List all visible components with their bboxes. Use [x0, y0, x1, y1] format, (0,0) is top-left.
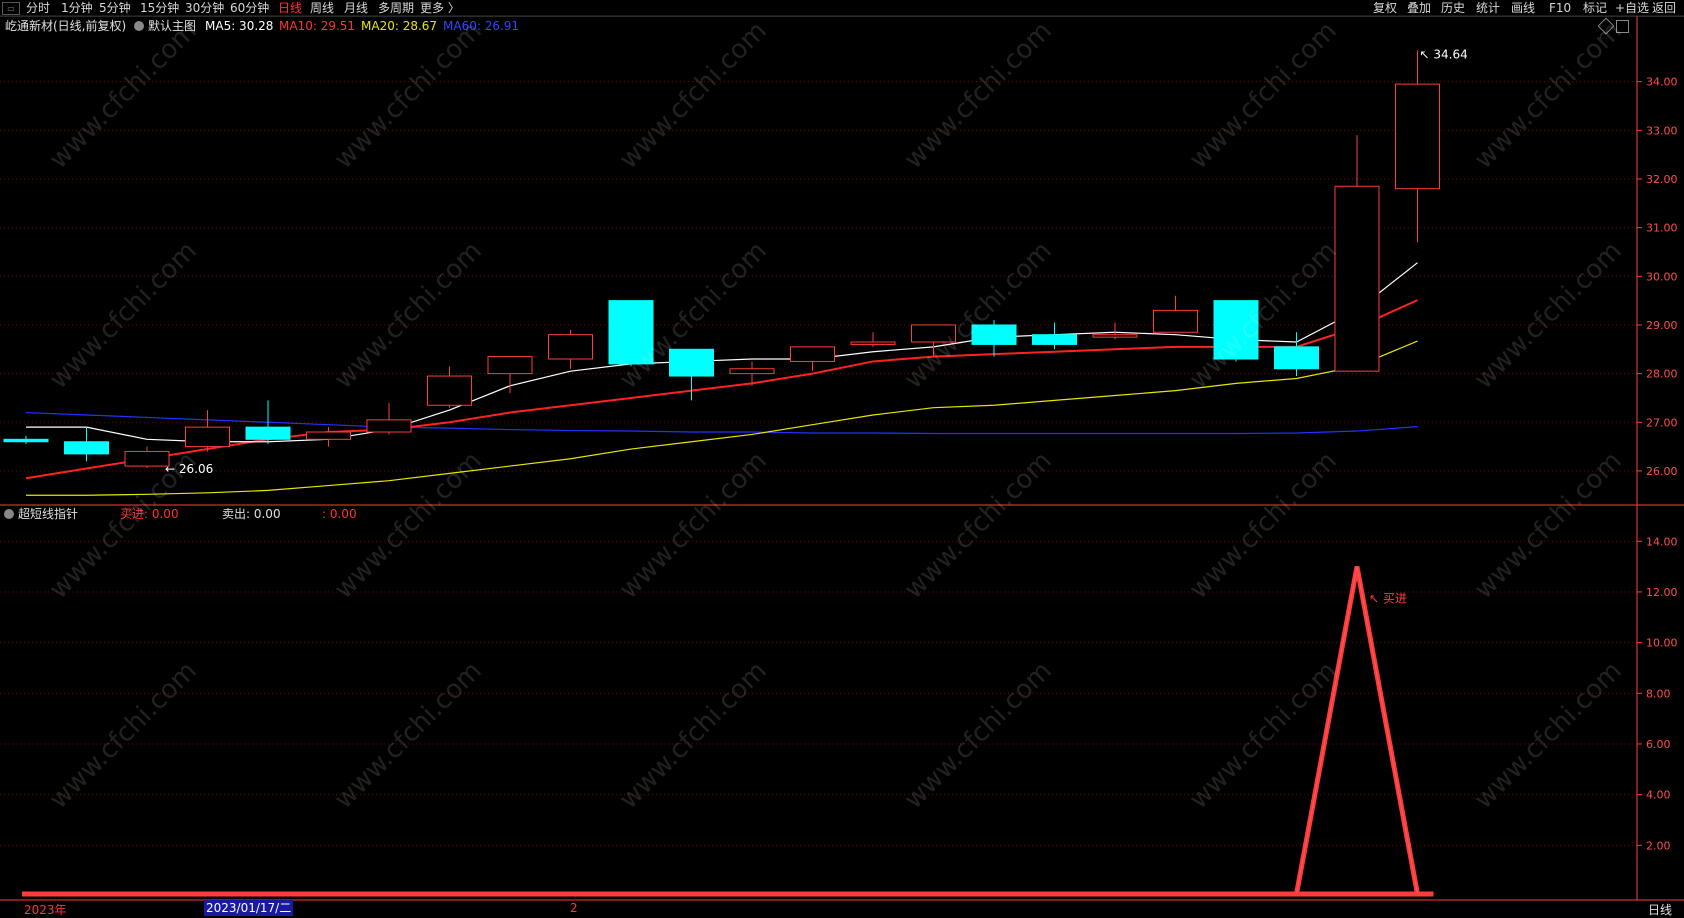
- candle-body: [1334, 185, 1380, 372]
- candle-body: [366, 419, 412, 433]
- candle: [427, 366, 472, 408]
- candle: [790, 346, 835, 372]
- candle: [850, 332, 896, 347]
- moving-average-lines: [25, 262, 1418, 496]
- sub-tick-label: 10.00: [1646, 637, 1678, 650]
- candle-body: [548, 334, 593, 360]
- ma20-line: [26, 340, 1418, 496]
- candle: [729, 361, 775, 386]
- candle: [608, 300, 654, 367]
- candle: [3, 435, 49, 445]
- period-label[interactable]: 日线: [1648, 901, 1672, 918]
- candle-body: [245, 426, 291, 440]
- sub-tick-label: 2.00: [1646, 839, 1671, 852]
- candle-body: [427, 375, 472, 406]
- candle-body: [185, 426, 230, 448]
- candle-body: [1092, 334, 1138, 338]
- candle: [64, 427, 109, 462]
- main-tick-label: 34.00: [1646, 76, 1678, 89]
- candle: [185, 410, 230, 452]
- candle: [1153, 295, 1198, 333]
- candle-body: [971, 324, 1017, 345]
- candle: [1032, 322, 1077, 350]
- ma10-line: [25, 299, 1418, 480]
- candle: [971, 320, 1017, 357]
- candle: [366, 402, 412, 435]
- kline-chart[interactable]: 26.0027.0028.0029.0030.0031.0032.0033.00…: [0, 0, 1684, 918]
- main-tick-label: 27.00: [1646, 416, 1678, 429]
- candle-body: [1274, 346, 1319, 370]
- price-axis: 26.00 27.00 28.00 29.00 30.00 31.00 32.00 33.00…: [1637, 76, 1678, 852]
- candle: [911, 324, 956, 357]
- candle-body: [1032, 334, 1077, 345]
- indicator-series: [22, 566, 1434, 897]
- candle: [1334, 135, 1380, 372]
- sub-tick-label: 4.00: [1646, 789, 1671, 802]
- candle: [548, 329, 593, 369]
- candle-body: [729, 368, 775, 375]
- candle: [124, 446, 170, 469]
- candle-body: [124, 450, 170, 467]
- main-tick-label: 33.00: [1646, 124, 1678, 137]
- candle-body: [1213, 300, 1259, 360]
- candle-body: [911, 324, 956, 343]
- chart-annotations: ↖ 34.64 ← 26.06 ↖ 买进: [165, 48, 1468, 606]
- main-tick-label: 30.00: [1646, 270, 1678, 283]
- low-annotation: ← 26.06: [165, 462, 213, 476]
- candle-body: [850, 341, 896, 345]
- ma5-line: [26, 262, 1418, 443]
- sub-tick-label: 8.00: [1646, 687, 1671, 700]
- date-axis-bar: 2023年 2023/01/17/二 2 日线: [0, 900, 1684, 918]
- sub-tick-label: 14.00: [1646, 535, 1678, 548]
- candle-body: [3, 438, 49, 443]
- sub-tick-label: 12.00: [1646, 586, 1678, 599]
- candle-body: [306, 431, 351, 440]
- candle-body: [487, 356, 533, 375]
- main-tick-label: 26.00: [1646, 465, 1678, 478]
- year-label: 2023年: [24, 903, 67, 917]
- candlesticks: [3, 50, 1440, 469]
- high-annotation: ↖ 34.64: [1420, 48, 1468, 62]
- candle-body: [669, 348, 714, 377]
- ma60-line: [25, 411, 1418, 435]
- main-tick-label: 32.00: [1646, 173, 1678, 186]
- candle-body: [1395, 83, 1440, 190]
- candle: [1092, 322, 1138, 340]
- candle: [1274, 332, 1319, 377]
- main-tick-label: 29.00: [1646, 319, 1678, 332]
- buy-signal-label: ↖ 买进: [1369, 592, 1407, 606]
- candle-body: [64, 441, 109, 455]
- grid-lines: [0, 81, 1637, 846]
- date-marker: 2: [570, 901, 578, 915]
- candle: [306, 427, 351, 447]
- sub-tick-label: 6.00: [1646, 738, 1671, 751]
- main-tick-label: 31.00: [1646, 222, 1678, 235]
- candle: [487, 356, 533, 394]
- candle-body: [608, 300, 654, 365]
- cursor-date-label: 2023/01/17/二: [204, 900, 294, 916]
- main-tick-label: 28.00: [1646, 368, 1678, 381]
- candle: [1213, 300, 1259, 362]
- candle-body: [790, 346, 835, 362]
- candle: [1395, 50, 1440, 243]
- candle-body: [1153, 309, 1198, 333]
